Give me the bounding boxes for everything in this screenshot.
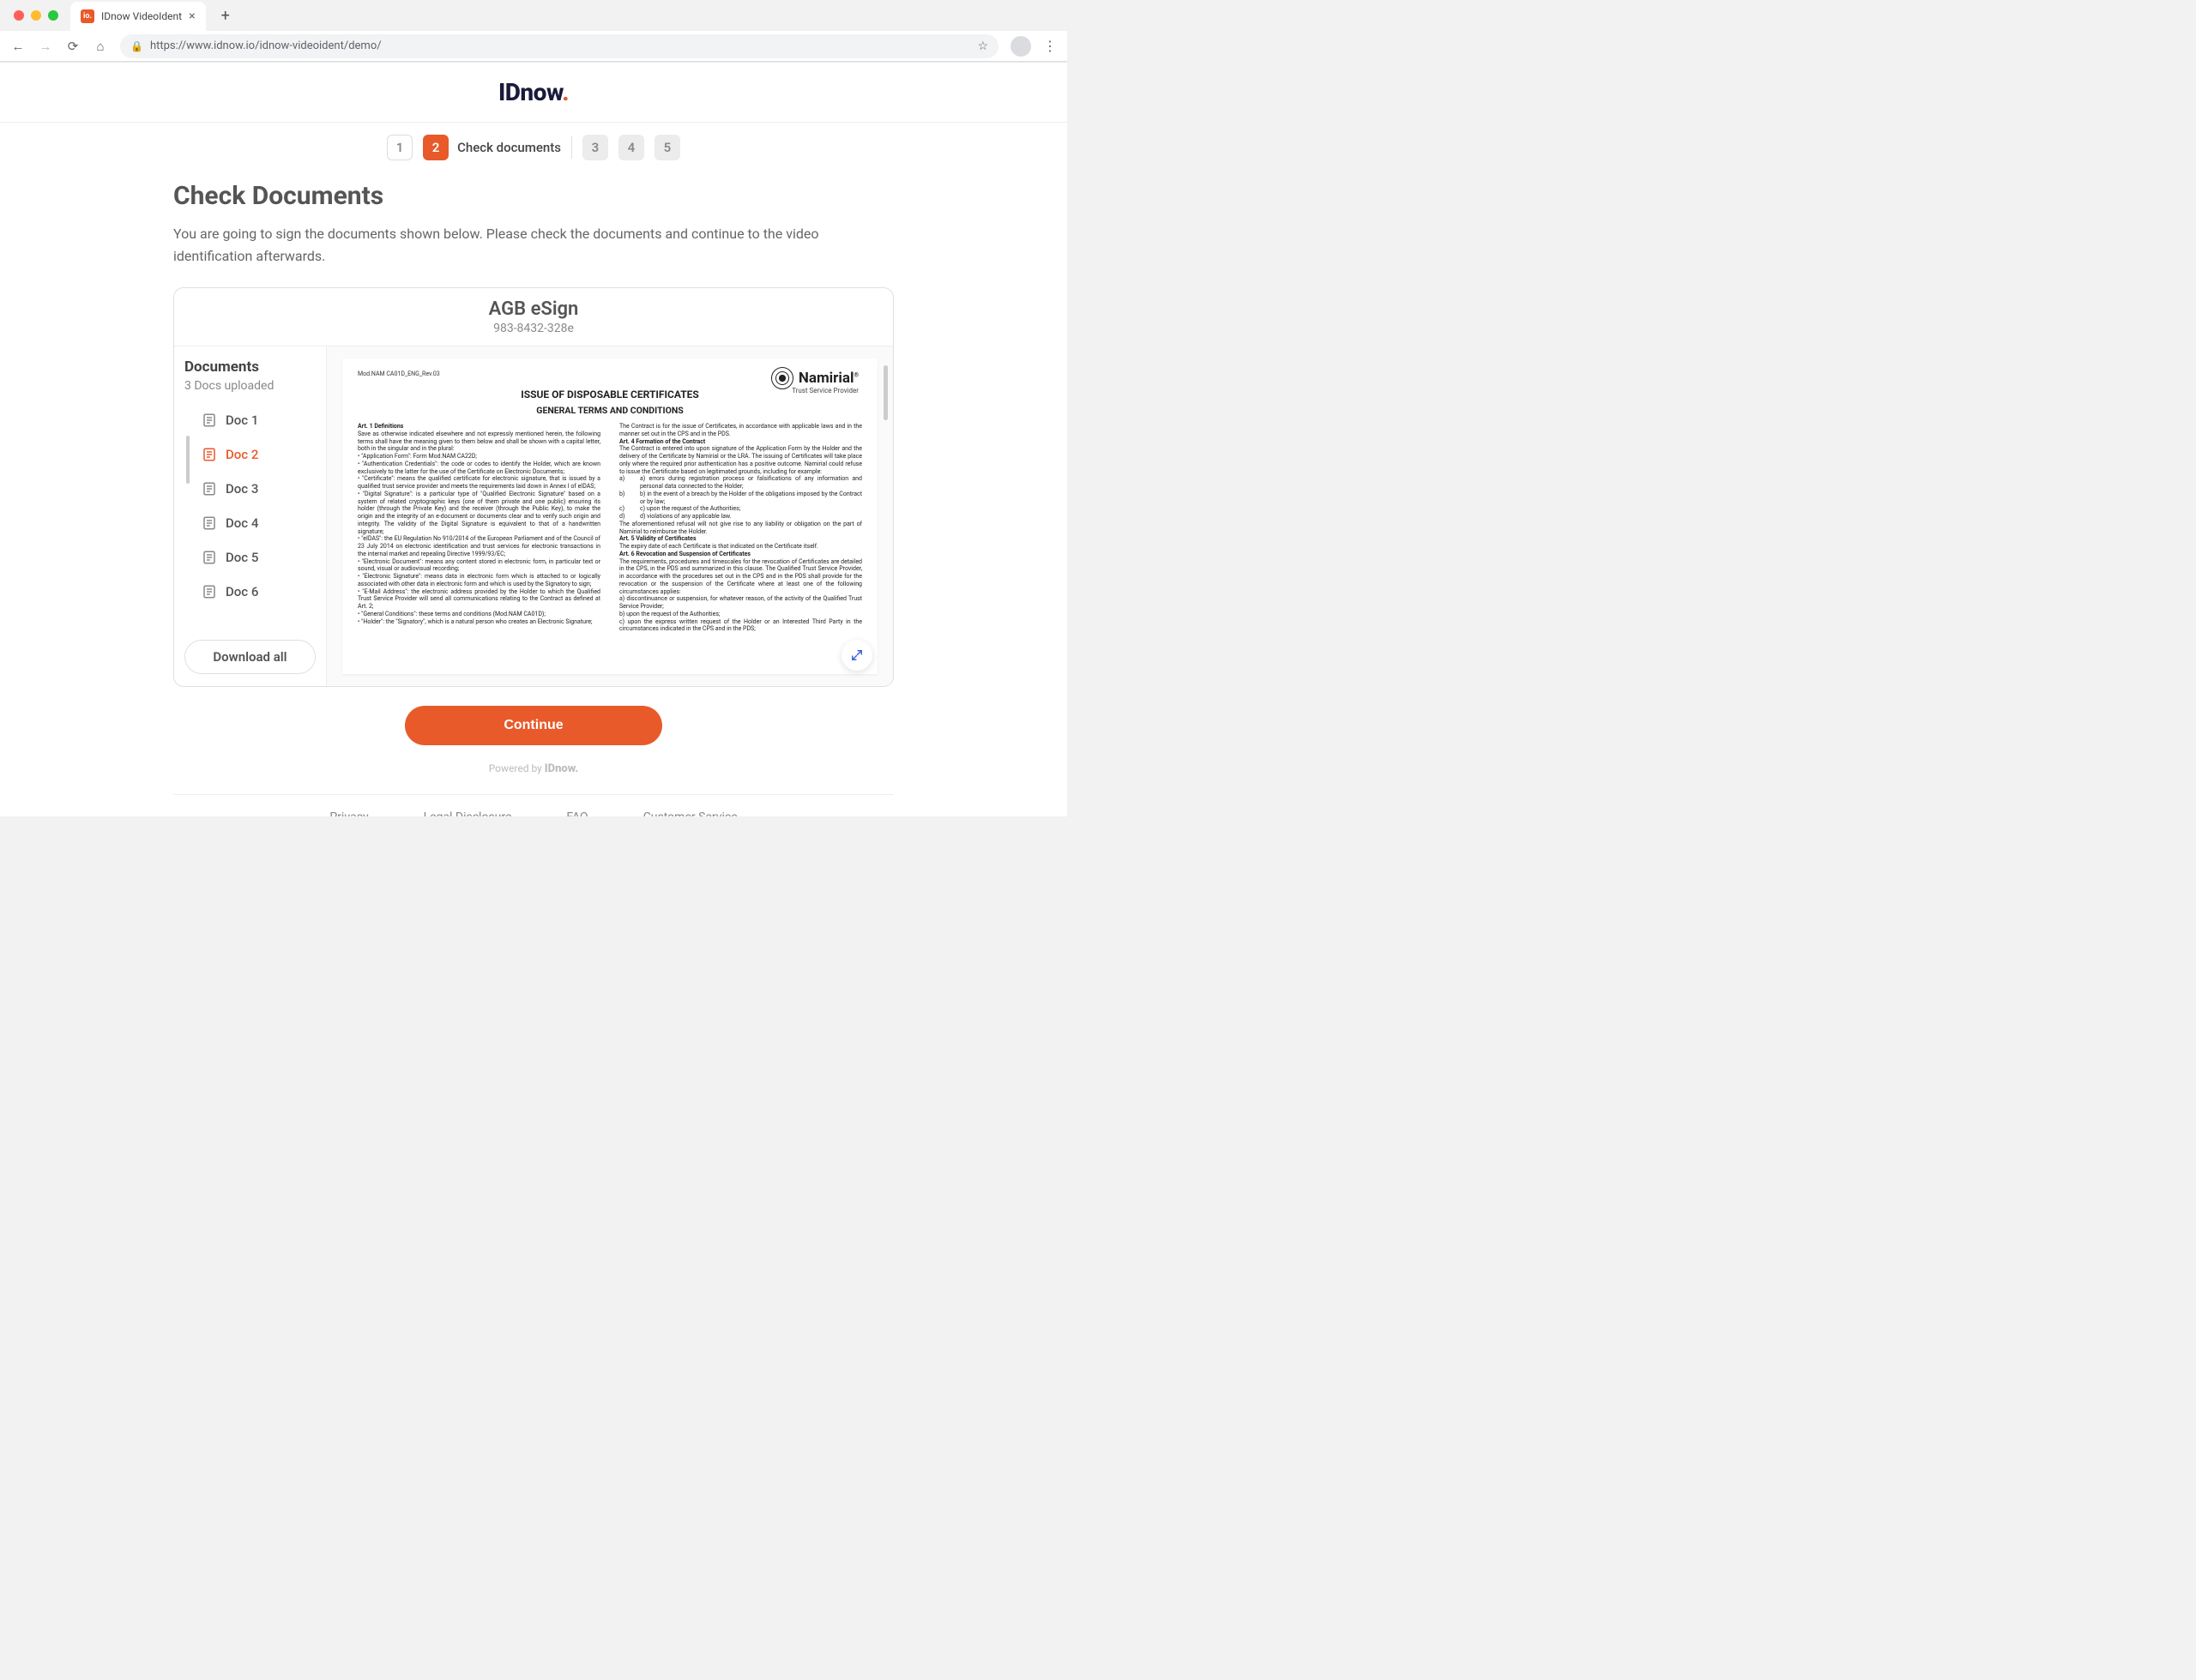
bookmark-star-icon[interactable]: ☆	[977, 39, 988, 53]
document-item-1[interactable]: Doc 1	[184, 403, 316, 437]
doc-title-1: ISSUE OF DISPOSABLE CERTIFICATES	[358, 388, 862, 401]
step-num: 3	[582, 135, 608, 160]
viewer-header: AGB eSign 983-8432-328e	[174, 288, 893, 346]
document-sidebar: Documents 3 Docs uploaded Doc 1 Doc 2	[174, 346, 327, 686]
step-4[interactable]: 4	[618, 135, 644, 160]
page-description: You are going to sign the documents show…	[173, 223, 894, 267]
home-icon[interactable]: ⌂	[93, 39, 108, 54]
document-label: Doc 3	[226, 481, 258, 497]
reload-icon[interactable]: ⟳	[65, 39, 81, 54]
brand-logo: IDnow.	[498, 78, 569, 106]
footer: Privacy Legal Disclosure FAQ Customer Se…	[173, 794, 894, 816]
preview-scrollbar[interactable]	[884, 365, 888, 420]
powered-prefix: Powered by	[489, 762, 545, 774]
browser-chrome: io. IDnow VideoIdent × + ← → ⟳ ⌂ 🔒 https…	[0, 0, 1067, 62]
document-ref: 983-8432-328e	[184, 322, 883, 335]
document-label: Doc 1	[226, 412, 258, 428]
back-icon[interactable]: ←	[10, 39, 26, 54]
step-2[interactable]: 2 Check documents	[423, 135, 561, 160]
document-list: Doc 1 Doc 2 Doc 3 Doc 4	[184, 403, 316, 609]
document-label: Doc 6	[226, 584, 258, 599]
page-body: IDnow. 1 2 Check documents 3 4 5 Check D…	[0, 62, 1067, 816]
document-item-2[interactable]: Doc 2	[184, 437, 316, 472]
page-title: Check Documents	[173, 181, 894, 211]
document-label: Doc 4	[226, 515, 258, 531]
browser-toolbar: ← → ⟳ ⌂ 🔒 https://www.idnow.io/idnow-vid…	[0, 31, 1067, 62]
logo-bar: IDnow.	[0, 63, 1067, 123]
powered-brand: IDnow.	[545, 762, 579, 775]
window-close[interactable]	[14, 10, 24, 21]
new-tab-button[interactable]: +	[213, 7, 238, 25]
window-maximize[interactable]	[48, 10, 58, 21]
tab-favicon: io.	[81, 9, 94, 23]
forward-icon[interactable]: →	[38, 39, 53, 54]
documents-heading: Documents	[184, 358, 316, 376]
powered-by: Powered by IDnow.	[173, 762, 894, 775]
tab-strip: io. IDnow VideoIdent × +	[0, 0, 1067, 31]
document-icon	[202, 412, 217, 429]
document-item-3[interactable]: Doc 3	[184, 472, 316, 506]
document-icon	[202, 446, 217, 463]
document-item-4[interactable]: Doc 4	[184, 506, 316, 540]
download-all-button[interactable]: Download all	[184, 640, 316, 674]
step-separator	[571, 136, 572, 159]
step-num: 1	[387, 135, 413, 160]
doc-title-2: GENERAL TERMS AND CONDITIONS	[358, 405, 862, 416]
browser-menu-icon[interactable]: ⋮	[1043, 38, 1057, 54]
main-content: Check Documents You are going to sign th…	[173, 172, 894, 816]
doc-col-left: Art. 1 Definitions Save as otherwise ind…	[358, 423, 600, 633]
provider-name: Namirial®	[799, 371, 859, 386]
document-icon	[202, 549, 217, 566]
browser-tab[interactable]: io. IDnow VideoIdent ×	[70, 2, 206, 31]
profile-avatar[interactable]	[1011, 36, 1031, 57]
continue-button[interactable]: Continue	[405, 706, 662, 745]
step-num: 2	[423, 135, 449, 160]
document-icon	[202, 515, 217, 532]
provider-logo: Namirial® Trust Service Provider	[771, 367, 859, 389]
tab-close-icon[interactable]: ×	[189, 9, 195, 23]
step-num: 4	[618, 135, 644, 160]
lock-icon: 🔒	[130, 40, 143, 52]
step-3[interactable]: 3	[582, 135, 608, 160]
step-num: 5	[655, 135, 680, 160]
doc-columns: Art. 1 Definitions Save as otherwise ind…	[358, 423, 862, 633]
stepper: 1 2 Check documents 3 4 5	[0, 123, 1067, 172]
documents-count: 3 Docs uploaded	[184, 379, 316, 393]
window-controls	[9, 10, 63, 21]
document-preview-pane[interactable]: Namirial® Trust Service Provider Mod.NAM…	[327, 346, 893, 686]
document-label: Doc 2	[226, 447, 258, 462]
provider-tagline: Trust Service Provider	[792, 387, 859, 395]
brand-dot: .	[562, 78, 569, 106]
step-5[interactable]: 5	[655, 135, 680, 160]
document-item-5[interactable]: Doc 5	[184, 540, 316, 575]
document-label: Doc 5	[226, 550, 258, 565]
document-icon	[202, 480, 217, 497]
brand-name: IDnow	[498, 78, 562, 106]
document-icon	[202, 583, 217, 600]
step-1[interactable]: 1	[387, 135, 413, 160]
provider-mark-icon	[771, 367, 793, 389]
step-label: Check documents	[457, 140, 561, 155]
footer-link-legal[interactable]: Legal Disclosure	[424, 810, 512, 816]
document-page: Namirial® Trust Service Provider Mod.NAM…	[342, 358, 878, 674]
url-text: https://www.idnow.io/idnow-videoident/de…	[150, 39, 970, 52]
window-minimize[interactable]	[31, 10, 41, 21]
expand-icon	[851, 649, 863, 661]
footer-link-faq[interactable]: FAQ	[566, 810, 588, 816]
fullscreen-button[interactable]	[842, 640, 872, 671]
tab-title: IDnow VideoIdent	[101, 10, 182, 22]
viewer-body: Documents 3 Docs uploaded Doc 1 Doc 2	[174, 346, 893, 686]
document-title: AGB eSign	[184, 298, 883, 320]
omnibox[interactable]: 🔒 https://www.idnow.io/idnow-videoident/…	[120, 34, 998, 58]
footer-link-support[interactable]: Customer Service	[643, 810, 738, 816]
doc-col-right: The Contract is for the issue of Certifi…	[619, 423, 862, 633]
document-item-6[interactable]: Doc 6	[184, 575, 316, 609]
document-viewer: AGB eSign 983-8432-328e Documents 3 Docs…	[173, 287, 894, 687]
footer-link-privacy[interactable]: Privacy	[329, 810, 368, 816]
